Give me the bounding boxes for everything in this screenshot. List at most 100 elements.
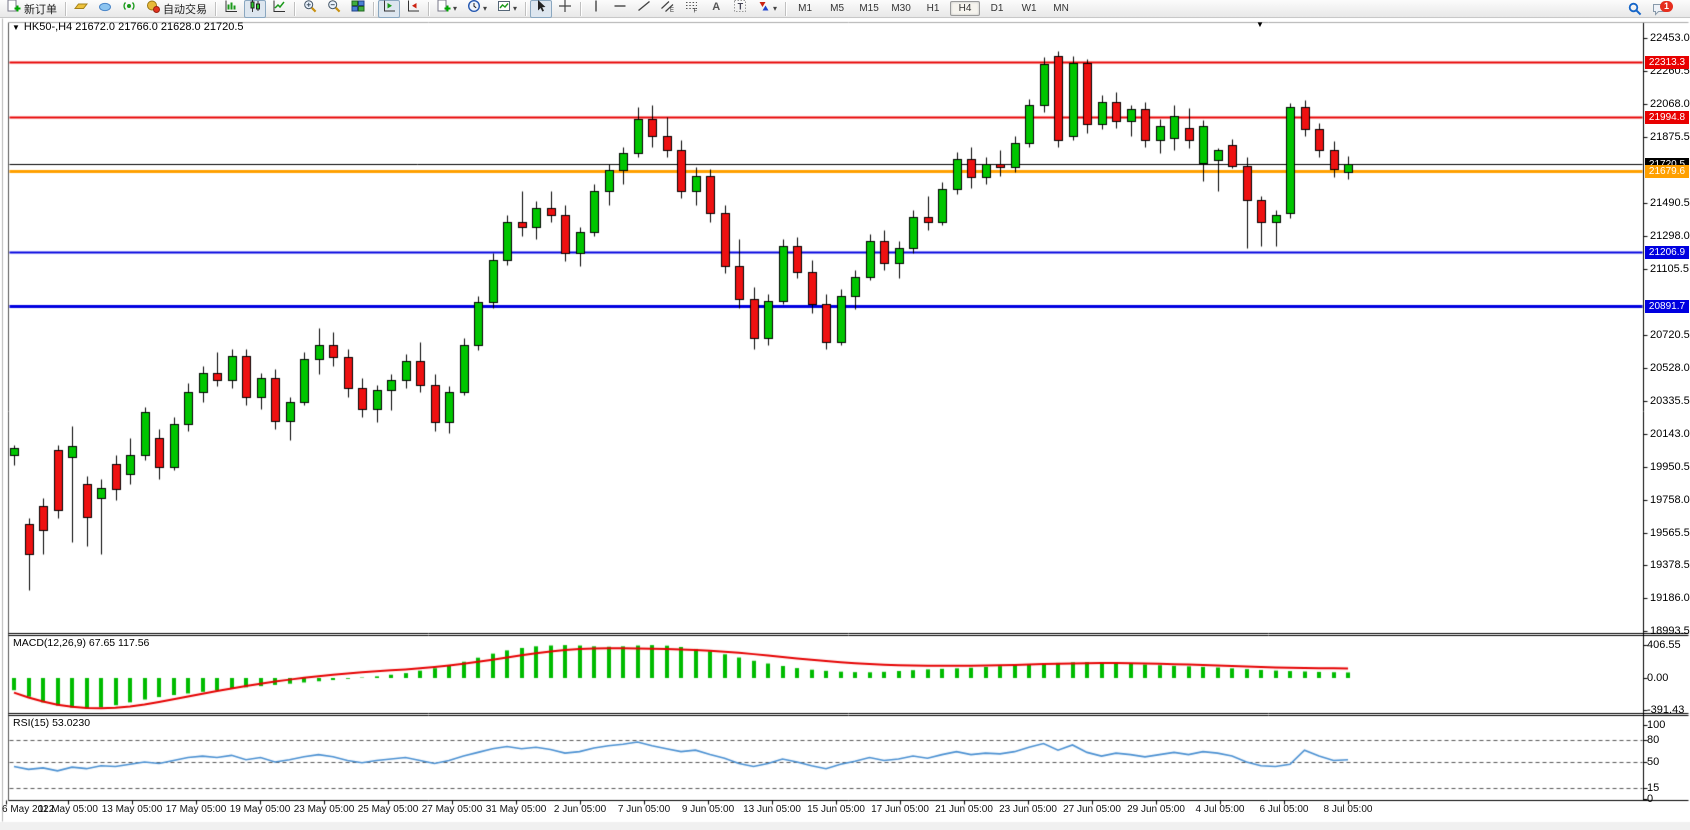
notifications-button[interactable]: 1 bbox=[1648, 0, 1683, 18]
timeframe-h4-button[interactable]: H4 bbox=[950, 1, 980, 16]
main-toolbar: 新订单 自动交易 ▾ ▾ ▾ EFAT ▾ M1M5M15M30H1H4D1W1MN bbox=[0, 0, 1690, 18]
horizontal-line-button[interactable] bbox=[609, 0, 631, 18]
price-axis-tick: 20720.5 bbox=[1650, 329, 1690, 341]
time-axis-label: 6 Jul 05:00 bbox=[1260, 804, 1309, 815]
trendline-button[interactable] bbox=[633, 0, 655, 18]
auto-trading-button[interactable]: 自动交易 bbox=[142, 0, 211, 18]
chart-shift-button[interactable] bbox=[402, 0, 424, 18]
price-level-badge: 21994.8 bbox=[1645, 111, 1689, 124]
time-axis-label: 31 May 05:00 bbox=[486, 804, 547, 815]
cursor-button[interactable] bbox=[530, 0, 552, 18]
timeframe-m5-button[interactable]: M5 bbox=[822, 1, 852, 16]
bar-chart-button[interactable] bbox=[220, 0, 242, 18]
price-axis-tick: 21298.0 bbox=[1650, 230, 1690, 242]
time-axis-label: 15 Jun 05:00 bbox=[807, 804, 865, 815]
time-axis-label: 8 Jul 05:00 bbox=[1324, 804, 1373, 815]
equidistant-channel-button[interactable]: E bbox=[657, 0, 679, 18]
time-axis-label: 4 Jul 05:00 bbox=[1196, 804, 1245, 815]
tile-windows-button[interactable] bbox=[347, 0, 369, 18]
indicators-button[interactable]: ▾ bbox=[433, 0, 461, 18]
dropdown-caret-icon[interactable]: ▾ bbox=[453, 4, 457, 13]
timeframe-w1-button[interactable]: W1 bbox=[1014, 1, 1044, 16]
toolbar-button-label: 自动交易 bbox=[163, 1, 207, 17]
search-button[interactable] bbox=[1624, 0, 1646, 18]
price-axis-tick: 19758.0 bbox=[1650, 494, 1690, 506]
crosshair-button[interactable] bbox=[554, 0, 576, 18]
price-axis-tick: 19950.5 bbox=[1650, 461, 1690, 473]
chevron-down-icon[interactable]: ▼ bbox=[12, 23, 20, 32]
time-axis-label: 21 Jun 05:00 bbox=[935, 804, 993, 815]
toolbar-separator bbox=[65, 2, 66, 16]
text-label-button[interactable]: T bbox=[729, 0, 751, 18]
signal-button[interactable] bbox=[118, 0, 140, 18]
dropdown-caret-icon[interactable]: ▾ bbox=[483, 4, 487, 13]
fibonacci-button[interactable]: F bbox=[681, 0, 703, 18]
rsi-indicator-label: RSI(15) 53.0230 bbox=[13, 717, 90, 729]
chart-shift-icon bbox=[406, 0, 420, 18]
new-order-icon bbox=[7, 0, 21, 18]
line-chart-icon bbox=[272, 0, 286, 18]
price-chart-canvas[interactable] bbox=[0, 0, 1690, 830]
price-level-badge: 21679.6 bbox=[1645, 165, 1689, 178]
macd-indicator-label: MACD(12,26,9) 67.65 117.56 bbox=[13, 637, 149, 649]
toolbar-separator bbox=[373, 2, 374, 16]
horizontal-line-icon bbox=[613, 0, 627, 18]
macd-axis-tick: 0.00 bbox=[1647, 672, 1668, 684]
chart-title: ▼HK50-,H4 21672.0 21766.0 21628.0 21720.… bbox=[12, 21, 244, 33]
dropdown-caret-icon[interactable]: ▾ bbox=[773, 4, 777, 13]
auto-trading-icon bbox=[146, 0, 160, 18]
notification-badge: 1 bbox=[1660, 1, 1673, 12]
news-button[interactable] bbox=[94, 0, 116, 18]
timeframe-h1-button[interactable]: H1 bbox=[918, 1, 948, 16]
price-axis-tick: 21105.5 bbox=[1650, 263, 1689, 275]
zoom-out-button[interactable] bbox=[323, 0, 345, 18]
toolbar-separator bbox=[215, 2, 216, 16]
price-axis-tick: 19378.5 bbox=[1650, 559, 1690, 571]
auto-scroll-button[interactable] bbox=[378, 0, 400, 18]
timeframe-mn-button[interactable]: MN bbox=[1046, 1, 1076, 16]
equidistant-channel-icon: E bbox=[661, 0, 675, 18]
candle-chart-icon bbox=[248, 0, 262, 18]
time-axis-label: 7 Jun 05:00 bbox=[618, 804, 670, 815]
price-axis-tick: 20528.0 bbox=[1650, 362, 1690, 374]
macd-axis-tick: -391.43 bbox=[1647, 704, 1684, 716]
price-axis-tick: 22453.0 bbox=[1650, 32, 1690, 44]
dropdown-caret-icon[interactable]: ▾ bbox=[513, 4, 517, 13]
templates-button[interactable]: ▾ bbox=[493, 0, 521, 18]
toolbar-separator bbox=[294, 2, 295, 16]
time-axis-label: 19 May 05:00 bbox=[230, 804, 291, 815]
toolbar-right-icons: 1 bbox=[1623, 0, 1684, 18]
new-order-button[interactable]: 新订单 bbox=[3, 0, 61, 18]
gold-button[interactable] bbox=[70, 0, 92, 18]
svg-text:A: A bbox=[712, 1, 720, 13]
toolbar-separator bbox=[580, 2, 581, 16]
timeframe-m1-button[interactable]: M1 bbox=[790, 1, 820, 16]
gold-icon bbox=[74, 0, 88, 18]
bar-chart-icon bbox=[224, 0, 238, 18]
price-level-badge: 22313.3 bbox=[1645, 56, 1689, 69]
time-axis-label: 17 May 05:00 bbox=[166, 804, 227, 815]
zoom-in-button[interactable] bbox=[299, 0, 321, 18]
line-chart-button[interactable] bbox=[268, 0, 290, 18]
rsi-axis-tick: 50 bbox=[1647, 756, 1659, 768]
indicators-icon bbox=[437, 0, 451, 18]
periods-button[interactable]: ▾ bbox=[463, 0, 491, 18]
rsi-axis-tick: 100 bbox=[1647, 719, 1665, 731]
time-axis-label: 11 May 05:00 bbox=[38, 804, 98, 815]
candle-chart-button[interactable] bbox=[244, 0, 266, 18]
rsi-axis-tick: 0 bbox=[1647, 793, 1653, 805]
price-axis-tick: 18993.5 bbox=[1650, 625, 1690, 637]
toolbar-separator bbox=[428, 2, 429, 16]
timeframe-m30-button[interactable]: M30 bbox=[886, 1, 916, 16]
time-axis-label: 13 May 05:00 bbox=[102, 804, 163, 815]
chart-shift-marker-icon[interactable]: ▼ bbox=[1256, 20, 1264, 29]
price-axis-tick: 19565.5 bbox=[1650, 527, 1690, 539]
timeframe-m15-button[interactable]: M15 bbox=[854, 1, 884, 16]
rsi-axis-tick: 80 bbox=[1647, 734, 1659, 746]
text-button[interactable]: A bbox=[705, 0, 727, 18]
time-axis-label: 23 May 05:00 bbox=[294, 804, 355, 815]
crosshair-icon bbox=[558, 0, 572, 18]
arrows-button[interactable]: ▾ bbox=[753, 0, 781, 18]
timeframe-d1-button[interactable]: D1 bbox=[982, 1, 1012, 16]
vertical-line-button[interactable] bbox=[585, 0, 607, 18]
